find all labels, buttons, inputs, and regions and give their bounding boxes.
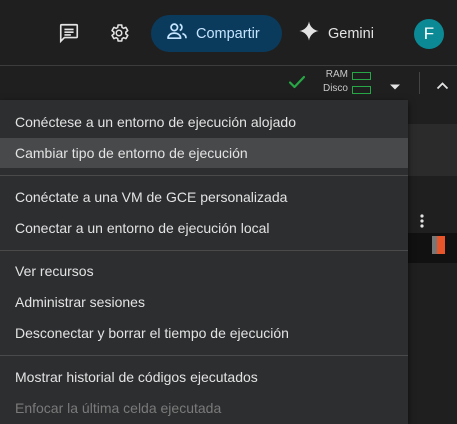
menu-item-connect-hosted[interactable]: Conéctese a un entorno de ejecución aloj… (0, 107, 408, 137)
menu-item-disconnect-delete[interactable]: Desconectar y borrar el tiempo de ejecuc… (0, 318, 408, 348)
menu-item-connect-local[interactable]: Conectar a un entorno de ejecución local (0, 213, 408, 243)
gemini-sparkle-icon (298, 20, 320, 47)
gear-icon[interactable] (107, 21, 131, 45)
disk-usage-bar (352, 86, 371, 94)
menu-item-change-runtime-type[interactable]: Cambiar tipo de entorno de ejecución (0, 138, 408, 168)
disk-label: Disco (322, 83, 348, 94)
runtime-dropdown-menu: Conéctese a un entorno de ejecución aloj… (0, 100, 408, 424)
toolbar-divider (419, 72, 420, 94)
chevron-down-icon[interactable] (389, 78, 401, 96)
runtime-toolbar: RAM Disco (0, 66, 457, 99)
more-vert-icon[interactable] (414, 213, 430, 229)
menu-item-connect-gce-vm[interactable]: Conéctate a una VM de GCE personalizada (0, 182, 408, 212)
comment-icon[interactable] (57, 21, 81, 45)
editor-cell-background (408, 124, 457, 176)
menu-item-focus-last-cell: Enfocar la última celda ejecutada (15, 400, 222, 416)
editor-marker (437, 236, 445, 254)
ram-usage-bar (352, 72, 371, 80)
top-header: Compartir Gemini F (0, 0, 457, 66)
avatar[interactable]: F (414, 19, 444, 49)
menu-separator (0, 355, 408, 356)
menu-separator (0, 175, 408, 176)
menu-separator (0, 250, 408, 251)
checkmark-icon (288, 74, 306, 95)
ram-label: RAM (325, 69, 348, 80)
gemini-button[interactable]: Gemini (298, 15, 374, 52)
people-icon (166, 22, 188, 45)
gemini-button-label: Gemini (328, 25, 374, 42)
menu-item-view-resources[interactable]: Ver recursos (0, 256, 408, 286)
share-button-label: Compartir (196, 25, 260, 42)
menu-item-manage-sessions[interactable]: Administrar sesiones (0, 287, 408, 317)
menu-item-show-execution-history[interactable]: Mostrar historial de códigos ejecutados (0, 362, 408, 392)
resource-labels[interactable]: RAM Disco (318, 68, 348, 96)
chevron-up-icon[interactable] (436, 77, 449, 95)
share-button[interactable]: Compartir (151, 15, 282, 52)
